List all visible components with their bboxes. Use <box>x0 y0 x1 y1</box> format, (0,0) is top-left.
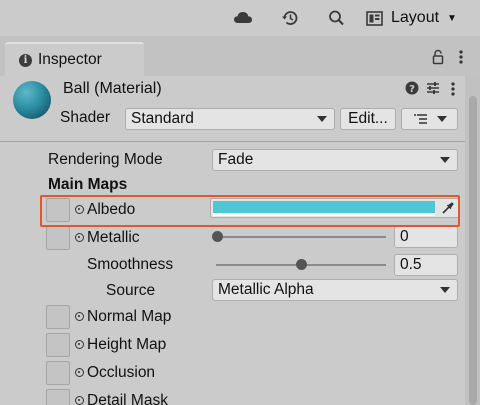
list-icon <box>413 114 427 124</box>
source-dropdown[interactable]: Metallic Alpha <box>212 279 458 301</box>
smoothness-slider-knob[interactable] <box>295 259 307 270</box>
scrollbar-thumb[interactable] <box>469 96 477 405</box>
normal-map-texture-slot[interactable] <box>46 305 70 329</box>
occlusion-label: Occlusion <box>87 364 156 381</box>
rendering-mode-dropdown[interactable]: Fade <box>212 149 458 171</box>
tab-inspector[interactable]: i Inspector <box>5 42 144 76</box>
metallic-value-input[interactable]: 0 <box>394 226 458 248</box>
texture-picker-icon[interactable] <box>75 312 84 321</box>
shader-label: Shader <box>60 109 110 126</box>
rendering-mode-label: Rendering Mode <box>48 151 163 168</box>
layout-dropdown[interactable]: Layout ▼ <box>366 6 466 30</box>
header-separator <box>0 141 465 142</box>
shader-value: Standard <box>131 110 194 127</box>
material-preview-sphere <box>13 81 51 119</box>
chevron-down-icon: ▼ <box>447 12 457 24</box>
metallic-slider-track[interactable] <box>216 236 386 238</box>
shader-dropdown[interactable]: Standard <box>125 108 335 130</box>
material-menu-icon[interactable] <box>450 81 456 97</box>
layout-label: Layout <box>391 9 440 26</box>
lock-icon[interactable] <box>432 49 444 65</box>
texture-picker-icon[interactable] <box>75 340 84 349</box>
detail-mask-texture-slot[interactable] <box>46 389 70 405</box>
source-value: Metallic Alpha <box>218 281 314 298</box>
texture-picker-icon[interactable] <box>75 396 84 405</box>
metallic-value: 0 <box>400 228 409 245</box>
tab-inspector-label: Inspector <box>38 51 102 68</box>
dropdown-caret-icon <box>440 287 450 293</box>
shader-edit-label: Edit... <box>348 110 388 127</box>
metallic-slider-knob[interactable] <box>211 231 223 242</box>
smoothness-value-input[interactable]: 0.5 <box>394 254 458 276</box>
top-toolbar: Layout ▼ <box>0 0 480 36</box>
rendering-mode-value: Fade <box>218 151 254 168</box>
cloud-icon[interactable] <box>233 9 253 27</box>
texture-picker-icon[interactable] <box>75 233 84 242</box>
dropdown-caret-icon <box>440 157 450 163</box>
layout-icon <box>366 10 383 26</box>
albedo-highlight-box <box>40 195 460 227</box>
height-map-label: Height Map <box>87 336 167 353</box>
detail-mask-label: Detail Mask <box>87 392 168 405</box>
normal-map-label: Normal Map <box>87 308 172 325</box>
dropdown-caret-icon <box>317 116 327 122</box>
search-icon[interactable] <box>327 9 347 27</box>
source-label: Source <box>106 282 156 299</box>
history-icon[interactable] <box>280 9 300 27</box>
material-title: Ball (Material) <box>63 80 162 97</box>
help-icon[interactable]: ? <box>405 81 419 95</box>
metallic-label: Metallic <box>87 229 140 246</box>
kebab-menu-icon[interactable] <box>458 49 464 65</box>
occlusion-texture-slot[interactable] <box>46 361 70 385</box>
svg-text:?: ? <box>409 84 415 95</box>
shader-options-button[interactable] <box>401 108 458 130</box>
chevron-down-icon <box>436 116 447 122</box>
texture-picker-icon[interactable] <box>75 368 84 377</box>
preset-sliders-icon[interactable] <box>425 80 441 96</box>
metallic-texture-slot[interactable] <box>46 226 70 250</box>
shader-edit-button[interactable]: Edit... <box>340 108 396 130</box>
tab-bar: i Inspector <box>0 36 480 76</box>
smoothness-label: Smoothness <box>87 256 174 273</box>
main-maps-heading: Main Maps <box>48 176 128 193</box>
smoothness-value: 0.5 <box>400 256 422 273</box>
height-map-texture-slot[interactable] <box>46 333 70 357</box>
info-icon: i <box>19 53 32 67</box>
